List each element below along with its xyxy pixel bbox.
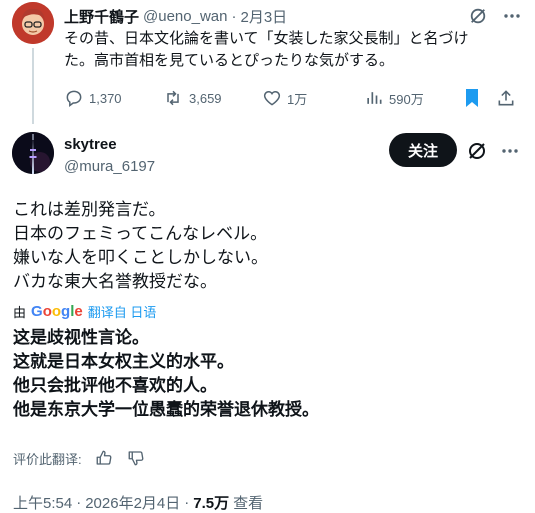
views-count: 590万: [389, 91, 424, 107]
tweet2-meta: 上午5:54 · 2026年2月4日 · 7.5万 查看: [13, 492, 263, 513]
author-name-skytree[interactable]: skytree: [64, 136, 117, 153]
follow-button[interactable]: 关注: [389, 133, 457, 167]
like-count: 1万: [287, 91, 308, 107]
reply-button[interactable]: 1,370: [64, 88, 122, 108]
translation-attribution: 由 Google 翻译自 日语: [13, 302, 156, 321]
views-count: 7.5万: [193, 495, 230, 512]
more-options-icon[interactable]: [500, 6, 524, 26]
thumbs-down-icon[interactable]: [126, 448, 146, 468]
tweet1-text-line2: た。高市首相を見ているとぴったりな気がする。: [64, 52, 395, 69]
views-label: 查看: [233, 495, 264, 512]
tweet2-line: 日本のフェミってこんなレベル。: [13, 224, 268, 243]
separator: ·: [76, 494, 82, 511]
grok-icon[interactable]: [466, 140, 488, 162]
avatar-cartoon-icon: [12, 2, 54, 44]
separator: ·: [231, 8, 237, 25]
tweet-time[interactable]: 上午5:54: [13, 492, 72, 513]
retweet-icon: [167, 90, 179, 106]
retweet-count: 3,659: [189, 90, 222, 106]
translation-line: 这就是日本女权主义的水平。: [13, 352, 234, 371]
grok-icon[interactable]: [468, 6, 488, 26]
views-button[interactable]: 590万: [364, 88, 424, 108]
author-handle[interactable]: @ueno_wan: [143, 8, 227, 25]
author-handle-skytree[interactable]: @mura_6197: [64, 158, 155, 175]
tweet2-line: 嫌いな人を叩くことしかしない。: [13, 248, 268, 267]
avatar-ueno[interactable]: [12, 2, 54, 44]
thumbs-up-icon[interactable]: [94, 448, 114, 468]
author-name[interactable]: 上野千鶴子: [64, 6, 139, 27]
tweet1-header: 上野千鶴子 @ueno_wan · 2月3日: [64, 6, 287, 27]
like-button[interactable]: 1万: [262, 88, 307, 108]
rate-translation: 评价此翻译:: [13, 448, 146, 468]
heart-icon: [263, 90, 281, 106]
tweet-date[interactable]: 2026年2月4日: [85, 492, 180, 513]
share-icon[interactable]: [496, 88, 516, 108]
translation-line: 他只会批评他不喜欢的人。: [13, 376, 217, 395]
skytree-tower-icon: [12, 132, 54, 174]
retweet-button[interactable]: 3,659: [162, 88, 222, 108]
tweet2-line: バカな東大名誉教授だな。: [13, 272, 217, 291]
tweet1-text: その昔、日本文化論を書いて「女装した家父長制」と名づけ た。高市首相を見ていると…: [64, 28, 524, 72]
tweet2-line: これは差別発言だ。: [13, 200, 166, 219]
translation-line: 这是歧视性言论。: [13, 328, 149, 347]
tweet1-text-line1: その昔、日本文化論を書いて「女装した家父長制」と名づけ: [64, 30, 469, 47]
bookmark-icon[interactable]: [462, 88, 482, 108]
separator: ·: [184, 494, 190, 511]
reply-count: 1,370: [89, 90, 122, 106]
reply-icon: [66, 90, 82, 107]
views-icon: [367, 92, 382, 104]
translation-line: 他是东京大学一位愚蠢的荣誉退休教授。: [13, 400, 319, 419]
thread-line: [32, 48, 34, 124]
tweet2-text: これは差別発言だ。 日本のフェミってこんなレベル。 嫌いな人を叩くことしかしない…: [13, 198, 513, 294]
google-logo: Google: [31, 303, 83, 320]
rate-translation-label: 评价此翻译:: [13, 451, 82, 467]
more-options-icon[interactable]: [498, 140, 522, 162]
translated-from-link[interactable]: 翻译自 日语: [88, 302, 157, 321]
translation-text: 这是歧视性言论。 这就是日本女权主义的水平。 他只会批评他不喜欢的人。 他是东京…: [13, 326, 523, 422]
translated-by-label: 由: [13, 305, 27, 320]
tweet-date[interactable]: 2月3日: [240, 6, 287, 27]
avatar-skytree[interactable]: [12, 132, 54, 174]
